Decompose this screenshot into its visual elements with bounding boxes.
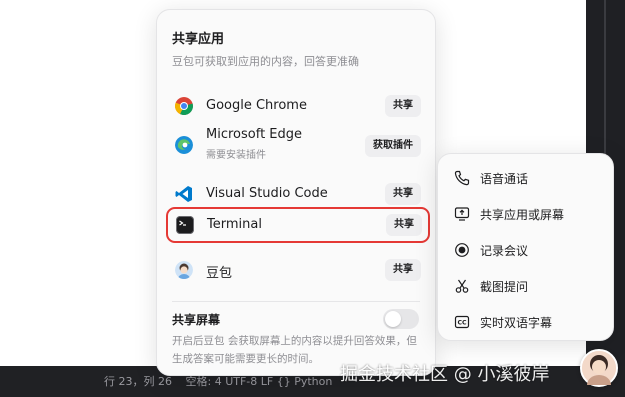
menu-item-voice-call[interactable]: 语音通话 bbox=[452, 166, 602, 190]
menu-label: 实时双语字幕 bbox=[480, 316, 553, 330]
watermark: 掘金技术社区 @ 小溪彼岸 bbox=[340, 364, 550, 385]
get-plugin-button[interactable]: 获取插件 bbox=[365, 135, 421, 157]
record-icon bbox=[455, 243, 469, 257]
menu-item-screenshot-ask[interactable]: 截图提问 bbox=[452, 274, 602, 298]
menu-label: 截图提问 bbox=[480, 280, 529, 294]
app-name: 豆包 bbox=[206, 266, 233, 281]
app-name: Terminal bbox=[207, 217, 262, 232]
subtitles-icon: CC bbox=[454, 315, 470, 329]
phone-icon bbox=[454, 170, 470, 186]
screen-share-icon bbox=[454, 207, 470, 221]
app-name: Visual Studio Code bbox=[206, 186, 328, 201]
menu-label: 语音通话 bbox=[480, 172, 529, 186]
scissors-icon bbox=[455, 279, 469, 293]
share-vscode-button[interactable]: 共享 bbox=[385, 183, 421, 205]
avatar[interactable] bbox=[580, 349, 618, 387]
vscode-icon bbox=[175, 186, 192, 202]
share-apps-description: 豆包可获取到应用的内容，回答更准确 bbox=[172, 55, 359, 68]
app-subtitle: 需要安装插件 bbox=[206, 150, 266, 161]
menu-label: 记录会议 bbox=[480, 244, 529, 258]
menu-item-record-meeting[interactable]: 记录会议 bbox=[452, 238, 602, 262]
menu-label: 共享应用或屏幕 bbox=[480, 208, 565, 222]
share-doubao-button[interactable]: 共享 bbox=[385, 259, 421, 281]
chrome-icon bbox=[175, 97, 193, 115]
toggle-knob bbox=[385, 311, 401, 327]
app-name: Microsoft Edge bbox=[206, 127, 303, 142]
divider bbox=[172, 301, 420, 302]
doubao-icon bbox=[175, 261, 193, 279]
avatar-image bbox=[582, 351, 616, 385]
app-row-doubao[interactable]: 豆包 共享 bbox=[165, 253, 421, 287]
tools-menu: 语音通话 共享应用或屏幕 记录会议 截图提问 CC 实时双语字幕 bbox=[437, 153, 614, 341]
share-chrome-button[interactable]: 共享 bbox=[385, 95, 421, 117]
editor-ruler bbox=[604, 0, 606, 160]
app-row-vscode[interactable]: Visual Studio Code 共享 bbox=[165, 177, 421, 211]
edge-icon bbox=[175, 136, 193, 154]
share-screen-title: 共享屏幕 bbox=[172, 313, 221, 327]
app-name: Google Chrome bbox=[206, 98, 307, 113]
app-row-terminal[interactable]: Terminal 共享 bbox=[166, 207, 430, 243]
share-screen-toggle[interactable] bbox=[383, 309, 419, 329]
app-row-edge[interactable]: Microsoft Edge 需要安装插件 获取插件 bbox=[165, 124, 421, 168]
menu-item-bilingual-subtitles[interactable]: CC 实时双语字幕 bbox=[452, 310, 602, 334]
share-apps-panel: 共享应用 豆包可获取到应用的内容，回答更准确 Google Chrome 共享 … bbox=[156, 9, 436, 376]
share-apps-title: 共享应用 bbox=[172, 32, 225, 47]
status-rest[interactable]: 空格: 4 UTF-8 LF {} Python bbox=[186, 375, 333, 388]
svg-text:CC: CC bbox=[457, 320, 467, 327]
share-terminal-button[interactable]: 共享 bbox=[386, 214, 422, 236]
app-row-chrome[interactable]: Google Chrome 共享 bbox=[165, 89, 421, 123]
status-cursor-position[interactable]: 行 23，列 26 bbox=[104, 375, 172, 388]
terminal-icon bbox=[176, 216, 194, 234]
menu-item-share-screen[interactable]: 共享应用或屏幕 bbox=[452, 202, 602, 226]
